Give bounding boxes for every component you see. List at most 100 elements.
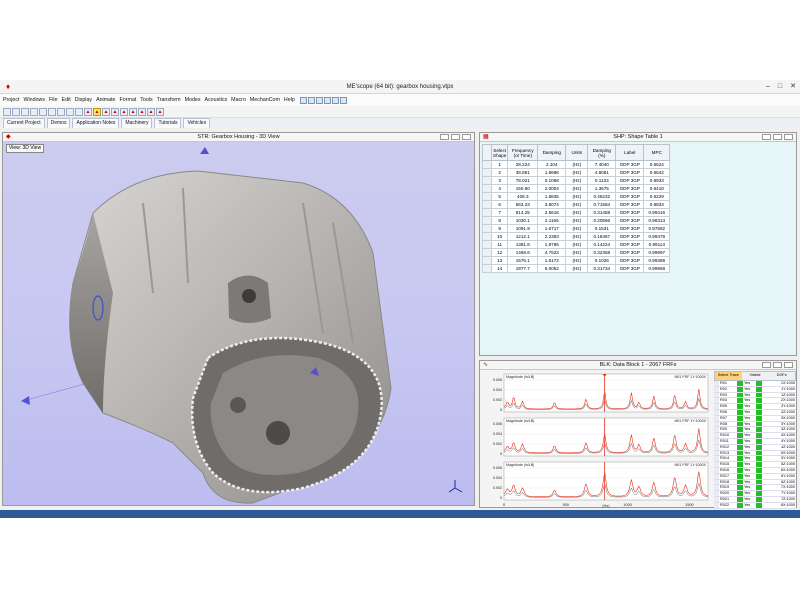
trace-visible-value[interactable]: Yes xyxy=(743,410,756,415)
open-icon[interactable] xyxy=(3,107,11,116)
menu-modes[interactable]: Modes xyxy=(185,94,201,106)
trace-visible-value[interactable]: Yes xyxy=(743,462,756,467)
trace-visible-value[interactable]: Yes xyxy=(743,381,756,386)
tab-machinery[interactable]: Machinery xyxy=(121,118,153,128)
panel-close-icon[interactable] xyxy=(462,134,471,140)
menu-file[interactable]: File xyxy=(49,94,58,106)
shape-col-header[interactable]: MPC xyxy=(643,144,671,161)
row-selector[interactable] xyxy=(482,240,492,249)
table-row[interactable]: 14 1977.7 5.0052 (Hz) 0.31734 GDP 3GP 0.99958 xyxy=(482,264,671,273)
list-item[interactable]: R022 Yes 8X:1000 xyxy=(714,502,796,509)
trace-col-header[interactable]: DOFs xyxy=(768,372,795,380)
rotate-icon[interactable]: ▲ xyxy=(93,107,101,116)
cut-icon[interactable] xyxy=(30,107,38,116)
table-row[interactable]: 9 1091.9 1.6717 (Hz) 0.1531 GDP 3GP 0.97682 xyxy=(482,224,671,233)
row-selector[interactable] xyxy=(482,264,492,273)
shape-col-header[interactable]: Units xyxy=(565,144,589,161)
mode-icon[interactable]: ▲ xyxy=(111,107,119,116)
menu-windows[interactable]: Windows xyxy=(24,94,46,106)
menu-edit[interactable]: Edit xyxy=(62,94,71,106)
row-selector[interactable] xyxy=(482,216,492,225)
layout-icon[interactable] xyxy=(315,96,323,104)
trace-visible-value[interactable]: Yes xyxy=(743,497,756,502)
panel-close-icon[interactable] xyxy=(784,134,793,140)
table-row[interactable]: 3 78.021 0.1068 (Hz) 0.1133 GDP 3GP 0.8933 xyxy=(482,176,671,185)
menu-format[interactable]: Format xyxy=(120,94,137,106)
shape-col-header[interactable]: Damping (%) xyxy=(587,144,617,161)
trace-visible-value[interactable]: Yes xyxy=(743,474,756,479)
shape-col-header[interactable]: Damping xyxy=(537,144,567,161)
trace-visible-value[interactable]: Yes xyxy=(743,427,756,432)
chart-icon[interactable] xyxy=(75,107,83,116)
row-selector[interactable] xyxy=(482,192,492,201)
view3d-panel[interactable]: ◆ STR: Gearbox Housing - 3D View View: 3… xyxy=(2,132,475,506)
trace-visible-value[interactable]: Yes xyxy=(743,456,756,461)
table-row[interactable]: 1 28.224 2.104 (Hz) 7.4040 GDP 3GP 0.5624 xyxy=(482,160,671,169)
panel-minimize-icon[interactable] xyxy=(762,134,771,140)
row-selector[interactable] xyxy=(482,200,492,209)
row-selector[interactable] xyxy=(482,256,492,265)
tab-tutorials[interactable]: Tutorials xyxy=(154,118,182,128)
tab-current-project[interactable]: Current Project xyxy=(3,118,45,128)
trace-visible-value[interactable]: Yes xyxy=(743,387,756,392)
data-block-panel[interactable]: ∿ BLK: Data Block 1 - 2067 FRFs Magnitud… xyxy=(479,360,797,509)
tab-application-notes[interactable]: Application Notes xyxy=(72,118,120,128)
layout-icon[interactable] xyxy=(307,96,315,104)
panel-close-icon[interactable] xyxy=(784,362,793,368)
close-icon[interactable]: ✕ xyxy=(790,82,796,92)
menu-macro[interactable]: Macro xyxy=(231,94,246,106)
trace-visible-value[interactable]: Yes xyxy=(743,480,756,485)
tab-vehicles[interactable]: Vehicles xyxy=(183,118,211,128)
copy-icon[interactable] xyxy=(39,107,47,116)
panel-minimize-icon[interactable] xyxy=(440,134,449,140)
row-selector[interactable] xyxy=(482,176,492,185)
menu-transform[interactable]: Transform xyxy=(157,94,181,106)
panel-minimize-icon[interactable] xyxy=(762,362,771,368)
maximize-icon[interactable]: □ xyxy=(778,82,782,92)
panel-maximize-icon[interactable] xyxy=(773,134,782,140)
shape-col-header[interactable]: Select Shape xyxy=(490,144,509,161)
table-row[interactable]: 13 1576.1 1.6172 (Hz) 0.1026 GDP 3GP 0.99389 xyxy=(482,256,671,265)
menu-help[interactable]: Help xyxy=(284,94,295,106)
trace-visible-value[interactable]: Yes xyxy=(743,416,756,421)
table-row[interactable]: 11 1381.6 1.9786 (Hz) 0.14224 GDP 3GP 0.99113 xyxy=(482,240,671,249)
table-row[interactable]: 4 150.60 2.0004 (Hz) 1.3675 GDP 3GP 0.6410 xyxy=(482,184,671,193)
table-row[interactable]: 7 814.25 2.5616 (Hz) 0.31458 GDP 3GP 0.99416 xyxy=(482,208,671,217)
menu-mechancom[interactable]: MechanCom xyxy=(250,94,280,106)
row-selector[interactable] xyxy=(482,208,492,217)
trace-col-header[interactable]: Select Trace xyxy=(715,372,742,380)
fft-icon[interactable]: ▲ xyxy=(120,107,128,116)
menu-animate[interactable]: Animate xyxy=(96,94,115,106)
menu-tools[interactable]: Tools xyxy=(140,94,152,106)
trace-visible-value[interactable]: Yes xyxy=(743,445,756,450)
trace-visible-value[interactable]: Yes xyxy=(743,404,756,409)
tab-demos[interactable]: Demos xyxy=(46,118,71,128)
trace-visible-value[interactable]: Yes xyxy=(743,485,756,490)
row-selector[interactable] xyxy=(482,224,492,233)
gearbox-model[interactable] xyxy=(3,143,474,506)
trace-visible-value[interactable]: Yes xyxy=(743,393,756,398)
undo-icon[interactable] xyxy=(57,107,65,116)
minimize-icon[interactable]: – xyxy=(766,82,770,92)
panel-maximize-icon[interactable] xyxy=(451,134,460,140)
trace-visible-value[interactable]: Yes xyxy=(743,439,756,444)
menu-display[interactable]: Display xyxy=(75,94,92,106)
paste-icon[interactable] xyxy=(48,107,56,116)
row-selector[interactable] xyxy=(482,248,492,257)
trace-visible-value[interactable]: Yes xyxy=(743,468,756,473)
print-icon[interactable] xyxy=(21,107,29,116)
layout-icon[interactable] xyxy=(331,96,339,104)
filter-icon[interactable]: ▲ xyxy=(129,107,137,116)
row-selector[interactable] xyxy=(482,168,492,177)
frf-plots[interactable]: Magnitude (in/LB) M01 FRF 1Y:1000X 0.006 0.… xyxy=(480,370,712,508)
row-selector[interactable] xyxy=(482,232,492,241)
row-selector[interactable] xyxy=(482,160,492,169)
zoom-icon[interactable]: ▲ xyxy=(84,107,92,116)
trace-col-header[interactable]: Visible xyxy=(742,372,769,380)
shape-col-header[interactable]: Frequency (or Time) xyxy=(507,144,539,161)
menu-acoustics[interactable]: Acoustics xyxy=(205,94,228,106)
measure-icon[interactable]: ▲ xyxy=(138,107,146,116)
save-icon[interactable] xyxy=(12,107,20,116)
row-selector[interactable] xyxy=(482,184,492,193)
help-icon[interactable]: ▲ xyxy=(156,107,164,116)
